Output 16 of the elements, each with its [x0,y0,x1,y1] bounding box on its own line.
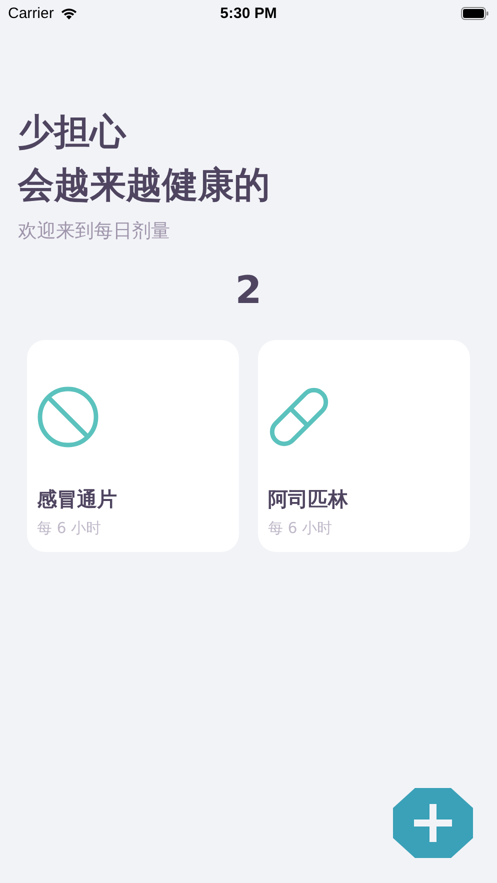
status-time: 5:30 PM [220,4,277,22]
medicine-name: 感冒通片 [37,486,117,513]
medicine-count: 2 [235,268,262,312]
wifi-icon [60,6,78,20]
add-icon[interactable] [393,788,473,858]
dose-schedule: 每 6 小时 [268,519,332,538]
medicine-card[interactable]: 感冒通片 每 6 小时 [27,340,239,552]
headline: 少担心 会越来越健康的 [18,111,271,208]
medicine-card[interactable]: 阿司匹林 每 6 小时 [258,340,470,552]
capsule-icon [268,386,330,448]
carrier-name: Carrier [8,4,54,22]
dose-schedule: 每 6 小时 [37,519,102,538]
battery-icon [460,6,489,20]
welcome-subtitle: 欢迎来到每日剂量 [18,219,171,244]
medicine-name: 阿司匹林 [268,486,348,513]
prohibited-icon [37,386,99,448]
